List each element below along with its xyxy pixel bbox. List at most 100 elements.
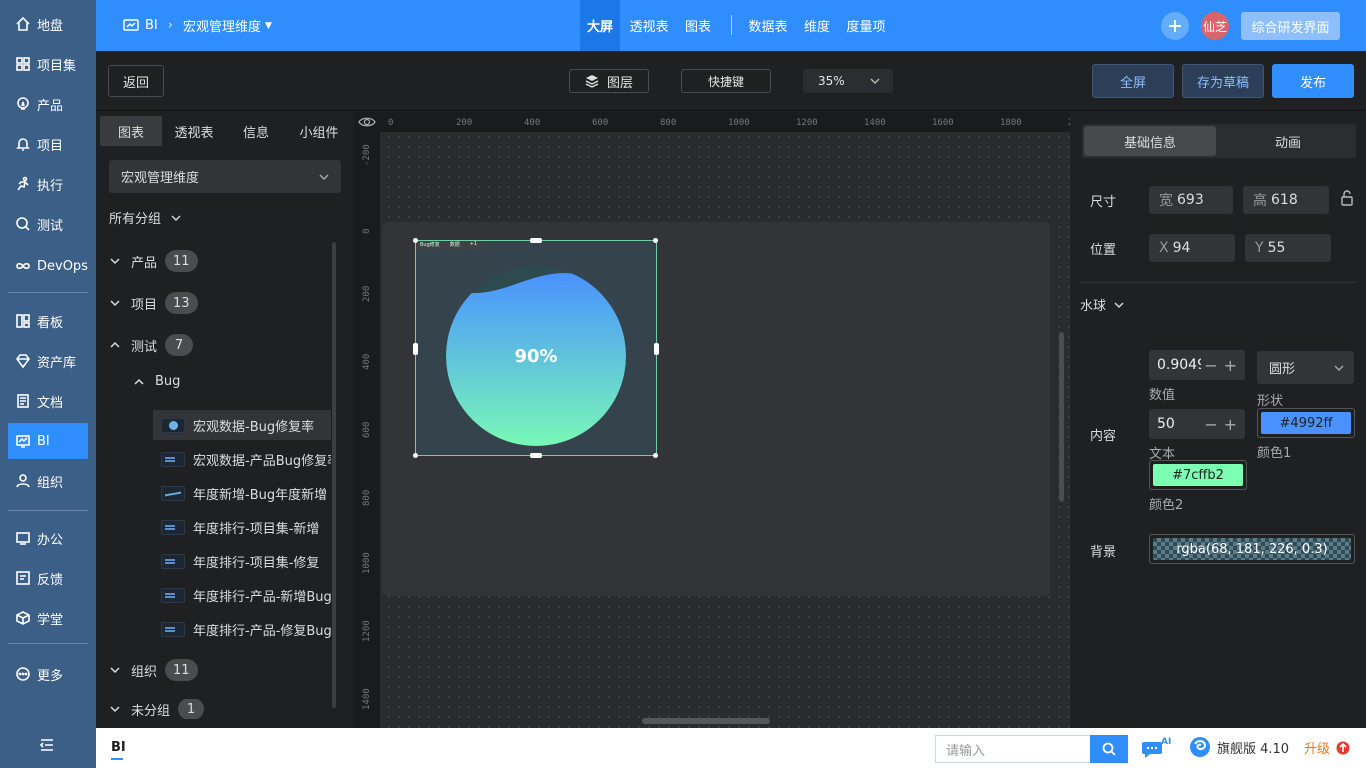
group-product[interactable]: 产品 11 <box>109 248 198 274</box>
color1-picker[interactable]: #4992ff <box>1257 408 1355 438</box>
tab-dimension[interactable]: 维度 <box>800 0 834 51</box>
color2-picker[interactable]: #7cffb2 <box>1149 460 1247 490</box>
resize-handle-tl[interactable] <box>413 238 418 243</box>
edition-info[interactable]: 旗舰版 4.10 <box>1189 736 1289 758</box>
resize-handle-tr[interactable] <box>653 238 658 243</box>
group-ungrouped[interactable]: 未分组 1 <box>109 699 205 719</box>
nav-item-product[interactable]: 产品 <box>8 86 88 122</box>
component-item[interactable]: 宏观数据-Bug修复率 <box>153 410 331 440</box>
breadcrumb-app[interactable]: BI <box>145 18 158 33</box>
visibility-toggle[interactable] <box>354 112 380 132</box>
resize-handle-right[interactable] <box>654 343 659 355</box>
tab-measure[interactable]: 度量项 <box>842 0 890 51</box>
text-size-field[interactable]: 50 <box>1157 416 1175 432</box>
minus-icon[interactable]: − <box>1204 356 1217 375</box>
tab-datatable[interactable]: 数据表 <box>744 0 792 51</box>
all-groups-dropdown[interactable]: 所有分组 <box>109 208 181 227</box>
group-select[interactable]: 宏观管理维度 <box>109 160 341 193</box>
status-tab-bi[interactable]: BI <box>111 740 126 755</box>
resize-handle-br[interactable] <box>653 453 658 458</box>
nav-item-project[interactable]: 项目 <box>8 126 88 162</box>
nav-item-test[interactable]: 测试 <box>8 206 88 242</box>
panel-tab-widget[interactable]: 小组件 <box>288 116 350 146</box>
back-button[interactable]: 返回 <box>108 65 164 97</box>
resize-handle-bl[interactable] <box>413 453 418 458</box>
nav-item-org[interactable]: 组织 <box>8 463 88 499</box>
canvas-vertical-scrollbar[interactable] <box>1059 332 1064 502</box>
nav-item-program[interactable]: 项目集 <box>8 46 88 82</box>
panel-tab-chart[interactable]: 图表 <box>100 116 162 146</box>
nav-item-dashboard[interactable]: 地盘 <box>8 6 88 42</box>
selected-liquid-widget[interactable]: Bug修复 数据 +1 90% <box>413 238 659 458</box>
ai-assistant-button[interactable]: AI <box>1141 736 1173 760</box>
mini-toolbar-title[interactable]: Bug修复 <box>416 241 444 250</box>
fullscreen-button[interactable]: 全屏 <box>1092 64 1174 98</box>
resize-handle-top[interactable] <box>530 238 542 243</box>
component-item[interactable]: 年度排行-产品-新增Bug <box>153 580 331 610</box>
background-color-picker[interactable]: rgba(68, 181, 226, 0.3) <box>1149 534 1355 564</box>
value-field[interactable]: 0.9049 <box>1157 357 1201 373</box>
group-org[interactable]: 组织 11 <box>109 657 198 683</box>
resize-handle-left[interactable] <box>413 343 418 355</box>
global-search-input[interactable]: 请输入 <box>935 735 1090 763</box>
tab-animation[interactable]: 动画 <box>1222 126 1354 156</box>
value-stepper[interactable]: 0.9049 −+ <box>1149 350 1245 380</box>
collapse-nav-icon[interactable] <box>38 736 58 756</box>
x-input[interactable]: X 94 <box>1149 234 1235 262</box>
switch-view-button[interactable]: 综合研发界面 <box>1241 12 1340 40</box>
subgroup-bug[interactable]: Bug <box>133 374 180 389</box>
mini-toolbar-data[interactable]: 数据 <box>445 241 464 250</box>
component-item[interactable]: 年度新增-Bug年度新增 <box>153 478 331 508</box>
shortcuts-button[interactable]: 快捷键 <box>681 69 771 93</box>
upgrade-button[interactable]: 升级 <box>1304 738 1350 757</box>
tab-screen[interactable]: 大屏 <box>580 0 620 51</box>
nav-divider <box>8 510 88 511</box>
tab-chart[interactable]: 图表 <box>680 0 716 51</box>
height-prefix: 高 <box>1253 193 1267 209</box>
height-input[interactable]: 高 618 <box>1243 186 1329 214</box>
liquid-section-toggle[interactable]: 水球 <box>1080 295 1124 314</box>
nav-item-bi[interactable]: BI <box>8 423 88 459</box>
canvas-horizontal-scrollbar[interactable] <box>642 718 770 724</box>
nav-item-kanban[interactable]: 看板 <box>8 303 88 339</box>
text-size-stepper[interactable]: 50 − + <box>1149 409 1245 439</box>
nav-item-academy[interactable]: 学堂 <box>8 600 88 636</box>
nav-item-office[interactable]: 办公 <box>8 520 88 556</box>
layers-button[interactable]: 图层 <box>569 69 649 93</box>
zoom-select[interactable]: 35% <box>803 69 893 93</box>
plus-icon[interactable]: + <box>1224 356 1237 375</box>
component-item[interactable]: 宏观数据-产品Bug修复率 <box>153 444 331 474</box>
nav-item-execution[interactable]: 执行 <box>8 166 88 202</box>
component-item[interactable]: 年度排行-项目集-修复 <box>153 546 331 576</box>
component-item[interactable]: 年度排行-产品-修复Bug <box>153 614 331 644</box>
design-canvas[interactable]: 0200400600800100012001400160018002000 -2… <box>354 112 1070 728</box>
create-button[interactable] <box>1161 12 1189 40</box>
mini-toolbar-extra[interactable]: +1 <box>465 241 482 250</box>
nav-item-assets[interactable]: 资产库 <box>8 343 88 379</box>
breadcrumb-dimension[interactable]: 宏观管理维度 <box>183 16 261 35</box>
minus-icon[interactable]: − <box>1204 415 1217 434</box>
group-project[interactable]: 项目 13 <box>109 290 198 316</box>
y-input[interactable]: Y 55 <box>1245 234 1331 262</box>
component-item[interactable]: 年度排行-项目集-新增 <box>153 512 331 542</box>
lock-aspect-toggle[interactable] <box>1340 190 1354 210</box>
resize-handle-bottom[interactable] <box>530 453 542 458</box>
caret-down-icon[interactable]: ▼ <box>265 21 272 31</box>
nav-item-docs[interactable]: 文档 <box>8 383 88 419</box>
panel-scrollbar[interactable] <box>332 242 336 708</box>
nav-item-more[interactable]: 更多 <box>8 656 88 692</box>
publish-button[interactable]: 发布 <box>1272 64 1354 98</box>
panel-tab-pivot[interactable]: 透视表 <box>164 116 224 146</box>
plus-icon[interactable]: + <box>1224 415 1237 434</box>
tab-pivot[interactable]: 透视表 <box>624 0 674 51</box>
nav-item-feedback[interactable]: 反馈 <box>8 560 88 596</box>
search-button[interactable] <box>1090 735 1128 763</box>
group-test[interactable]: 测试 7 <box>109 332 194 358</box>
avatar[interactable]: 仙芝 <box>1201 12 1229 40</box>
panel-tab-info[interactable]: 信息 <box>228 116 284 146</box>
tab-basic-info[interactable]: 基础信息 <box>1084 126 1216 156</box>
save-draft-button[interactable]: 存为草稿 <box>1182 64 1264 98</box>
nav-item-devops[interactable]: DevOps <box>8 248 88 284</box>
width-input[interactable]: 宽 693 <box>1149 186 1233 214</box>
shape-select[interactable]: 圆形 <box>1257 351 1354 384</box>
